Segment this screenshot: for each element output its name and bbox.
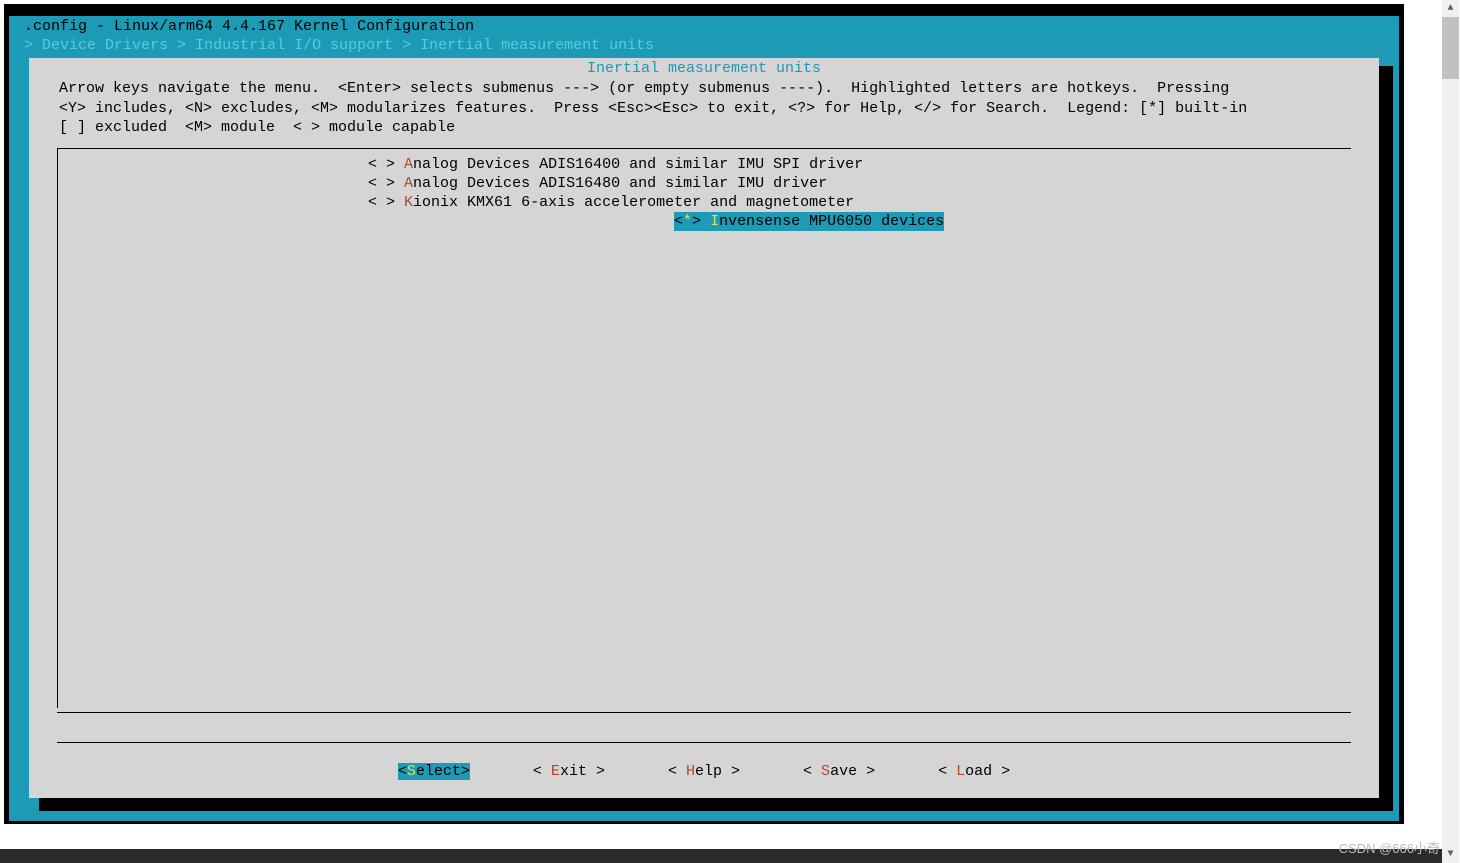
save-button[interactable]: < Save > xyxy=(803,763,875,780)
breadcrumb: > Device Drivers > Industrial I/O suppor… xyxy=(9,37,1399,58)
scroll-up-icon[interactable]: ▲ xyxy=(1442,0,1459,17)
menu-item[interactable]: < > Kionix KMX61 6-axis accelerometer an… xyxy=(58,193,1351,212)
watermark: CSDN @666小奇 xyxy=(1339,838,1440,857)
select-button[interactable]: <Select> xyxy=(398,763,470,780)
breadcrumb-arrow: > xyxy=(15,37,42,54)
load-button[interactable]: < Load > xyxy=(938,763,1010,780)
breadcrumb-item-0[interactable]: Device Drivers xyxy=(42,37,168,54)
menu-list[interactable]: < > Analog Devices ADIS16400 and similar… xyxy=(57,148,1351,708)
menu-item[interactable]: < > Analog Devices ADIS16480 and similar… xyxy=(58,174,1351,193)
breadcrumb-item-1[interactable]: Industrial I/O support xyxy=(195,37,393,54)
bottom-rule xyxy=(57,712,1351,713)
menu-item[interactable]: < > Analog Devices ADIS16400 and similar… xyxy=(58,155,1351,174)
scroll-down-icon[interactable]: ▼ xyxy=(1442,846,1459,863)
terminal-background: .config - Linux/arm64 4.4.167 Kernel Con… xyxy=(9,16,1399,821)
help-button[interactable]: < Help > xyxy=(668,763,740,780)
horizontal-scrollbar-track[interactable] xyxy=(0,849,1443,863)
breadcrumb-item-2[interactable]: Inertial measurement units xyxy=(420,37,654,54)
config-title: .config - Linux/arm64 4.4.167 Kernel Con… xyxy=(9,16,1399,37)
panel-title: Inertial measurement units xyxy=(29,58,1379,77)
menu-item-selected[interactable]: <*> Invensense MPU6050 devices xyxy=(58,212,944,231)
help-text: Arrow keys navigate the menu. <Enter> se… xyxy=(29,77,1379,148)
terminal-window: .config - Linux/arm64 4.4.167 Kernel Con… xyxy=(4,4,1404,824)
bottom-button-bar: <Select> < Exit > < Help > < Save > < Lo… xyxy=(57,742,1351,780)
exit-button[interactable]: < Exit > xyxy=(533,763,605,780)
main-panel: Inertial measurement units Arrow keys na… xyxy=(29,58,1379,798)
vertical-scrollbar[interactable]: ▲ ▼ xyxy=(1442,0,1459,863)
scroll-thumb[interactable] xyxy=(1442,17,1459,79)
